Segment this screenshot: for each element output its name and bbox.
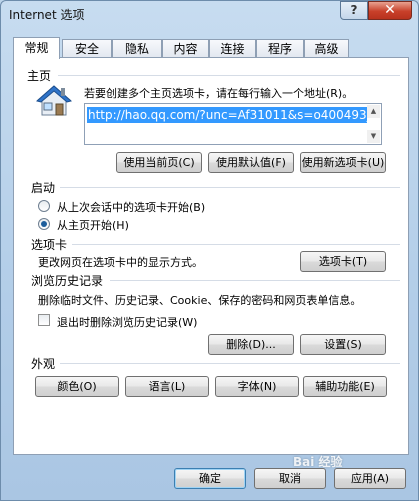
tabs-description: 更改网页在选项卡中的显示方式。 — [38, 256, 203, 269]
history-description: 删除临时文件、历史记录、Cookie、保存的密码和网页表单信息。 — [38, 294, 362, 307]
tab-programs[interactable]: 程序 — [256, 39, 304, 58]
use-new-tab-button[interactable]: 使用新选项卡(U) — [300, 152, 386, 173]
appearance-section-title: 外观 — [31, 357, 56, 371]
tab-connections[interactable]: 连接 — [209, 39, 256, 58]
colors-button[interactable]: 颜色(O) — [35, 376, 119, 397]
home-icon — [36, 85, 72, 116]
radio-home-page[interactable] — [38, 218, 50, 230]
internet-options-dialog: Internet 选项 ? ✕ 常规 安全 隐私 内容 连接 程序 高级 主页 … — [0, 0, 419, 501]
section-divider — [60, 363, 400, 364]
home-instruction: 若要创建多个主页选项卡，请在每行输入一个地址(R)。 — [84, 87, 354, 100]
tab-security[interactable]: 安全 — [62, 39, 112, 58]
radio-home-page-label: 从主页开始(H) — [57, 219, 129, 232]
apply-button[interactable]: 应用(A) — [334, 468, 406, 489]
tab-content[interactable]: 内容 — [162, 39, 209, 58]
general-tab-panel: 主页 若要创建多个主页选项卡，请在每行输入一个地址(R)。 http://hao… — [13, 57, 409, 455]
tabs-section-title: 选项卡 — [31, 238, 68, 252]
accessibility-button[interactable]: 辅助功能(E) — [303, 376, 387, 397]
home-url-text: http://hao.qq.com/?unc=Af31011&s=o400493… — [87, 107, 367, 123]
cancel-button[interactable]: 取消 — [254, 468, 326, 489]
section-divider — [72, 244, 400, 245]
use-current-button[interactable]: 使用当前页(C) — [116, 152, 202, 173]
scroll-down-arrow-icon[interactable]: ▼ — [367, 130, 380, 143]
home-url-textarea[interactable]: http://hao.qq.com/?unc=Af31011&s=o400493… — [84, 103, 382, 145]
radio-selected-dot — [41, 221, 47, 227]
history-section-title: 浏览历史记录 — [31, 274, 104, 288]
close-button[interactable]: ✕ — [368, 1, 412, 20]
section-divider — [60, 187, 400, 188]
radio-last-session[interactable] — [38, 200, 50, 212]
languages-button[interactable]: 语言(L) — [125, 376, 209, 397]
home-section-title: 主页 — [27, 69, 52, 83]
delete-on-exit-checkbox[interactable] — [38, 314, 50, 326]
delete-on-exit-label: 退出时删除浏览历史记录(W) — [57, 316, 198, 329]
scroll-up-arrow-icon[interactable]: ▲ — [367, 105, 380, 118]
section-divider — [110, 280, 400, 281]
tab-advanced[interactable]: 高级 — [304, 39, 349, 58]
section-divider — [58, 75, 400, 76]
radio-last-session-label: 从上次会话中的选项卡开始(B) — [57, 201, 206, 214]
title-bar[interactable]: Internet 选项 ? ✕ — [1, 1, 418, 27]
help-button[interactable]: ? — [340, 1, 368, 20]
ok-button[interactable]: 确定 — [174, 468, 246, 489]
fonts-button[interactable]: 字体(N) — [215, 376, 299, 397]
tab-privacy[interactable]: 隐私 — [112, 39, 162, 58]
delete-history-button[interactable]: 删除(D)... — [208, 334, 294, 355]
tabs-settings-button[interactable]: 选项卡(T) — [300, 251, 386, 272]
window-title: Internet 选项 — [9, 8, 85, 22]
startup-section-title: 启动 — [31, 181, 56, 195]
use-default-button[interactable]: 使用默认值(F) — [208, 152, 294, 173]
history-settings-button[interactable]: 设置(S) — [300, 334, 386, 355]
tab-general[interactable]: 常规 — [13, 37, 60, 59]
